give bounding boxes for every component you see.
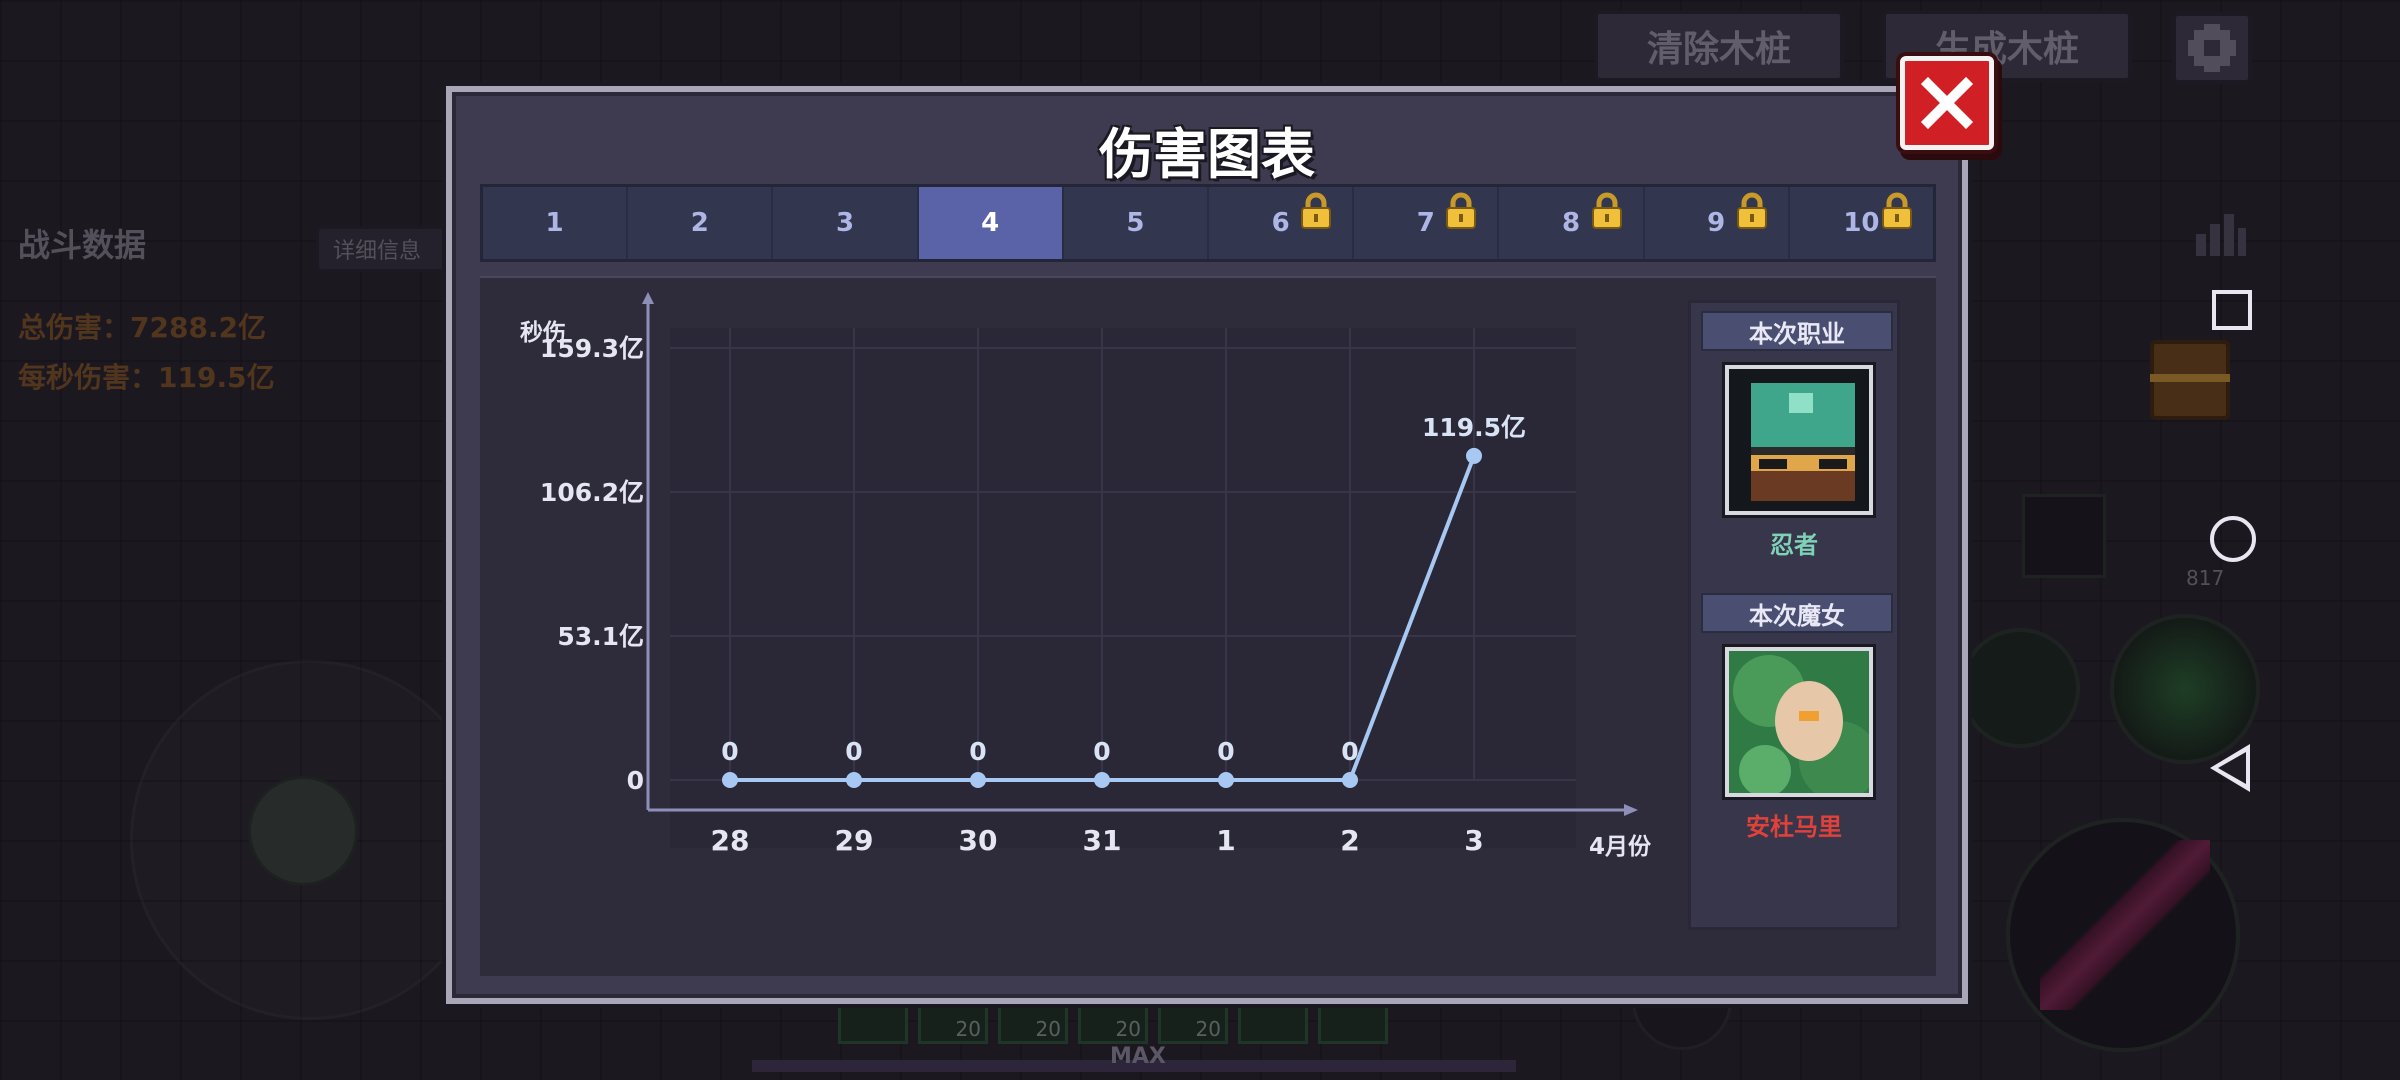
x-tick-label: 2 <box>1340 824 1359 857</box>
data-point <box>1094 772 1110 788</box>
tab-label: 5 <box>1126 208 1145 238</box>
recents-nav-button[interactable] <box>2212 290 2252 330</box>
data-label: 0 <box>845 737 862 766</box>
y-tick-label: 53.1亿 <box>557 622 644 651</box>
tab-label: 9 <box>1707 208 1726 238</box>
y-axis-label: 秒伤 <box>520 320 566 346</box>
damage-line-chart: 053.1亿106.2亿159.3亿秒伤4月份28 29 30 31 1 2 30 0 0 0 0 0… <box>520 292 1652 860</box>
lock-icon <box>1736 192 1767 229</box>
tab-day-4[interactable]: 4 <box>918 187 1064 259</box>
x-axis-arrow <box>1624 804 1638 816</box>
back-nav-button[interactable] <box>2210 744 2250 792</box>
tab-day-5[interactable]: 5 <box>1064 187 1210 259</box>
data-label: 0 <box>1217 737 1234 766</box>
x-tick-label: 29 <box>835 824 874 857</box>
tab-label: 6 <box>1271 208 1290 238</box>
tab-label: 3 <box>835 208 855 238</box>
damage-chart-dialog: 伤害图表 1 2 3 4 5 6 7 8 9 10 0 53.1亿 106.2亿 159.3亿 秒伤 4月份… <box>446 86 1968 1004</box>
x-tick-label: 1 <box>1216 824 1235 857</box>
y-axis-arrow <box>642 292 654 304</box>
close-icon <box>1920 76 1974 130</box>
ninja-icon <box>1751 383 1855 501</box>
data-label: 0 <box>1093 737 1110 766</box>
x-tick-label: 3 <box>1464 824 1483 857</box>
data-point <box>722 772 738 788</box>
tab-day-3[interactable]: 3 <box>773 187 919 259</box>
tab-label: 1 <box>545 208 564 238</box>
tab-day-10[interactable]: 10 <box>1790 187 1933 259</box>
witch-icon <box>1729 651 1869 793</box>
tab-label: 7 <box>1416 208 1435 238</box>
data-label: 0 <box>1341 737 1358 766</box>
y-tick-label: 0 <box>627 766 644 795</box>
tab-label: 8 <box>1561 208 1581 238</box>
close-button[interactable] <box>1900 56 1994 150</box>
lock-icon <box>1446 192 1477 229</box>
lock-icon <box>1301 192 1332 229</box>
tab-day-9[interactable]: 9 <box>1645 187 1790 259</box>
x-tick-label: 30 <box>959 824 998 857</box>
home-nav-button[interactable] <box>2210 516 2256 562</box>
plot-background <box>670 328 1576 848</box>
witch-header: 本次魔女 <box>1701 593 1893 633</box>
witch-portrait <box>1725 647 1873 797</box>
tab-label: 4 <box>981 208 1000 238</box>
data-point <box>1342 772 1358 788</box>
x-axis-label: 4月份 <box>1589 834 1652 860</box>
tab-day-8[interactable]: 8 <box>1499 187 1645 259</box>
x-tick-label: 31 <box>1083 824 1122 857</box>
lock-icon <box>1591 192 1622 229</box>
class-name: 忍者 <box>1770 531 1818 559</box>
run-info-panel: 本次职业 忍者 本次魔女 安杜马里 <box>1688 300 1900 930</box>
ninja-portrait <box>1725 365 1873 515</box>
data-point <box>1466 447 1482 464</box>
data-label: 0 <box>969 737 986 766</box>
tab-day-6[interactable]: 6 <box>1209 187 1355 259</box>
data-label: 0 <box>721 737 738 766</box>
x-tick-label: 28 <box>711 824 750 857</box>
y-tick-label: 106.2亿 <box>540 478 644 507</box>
tab-day-1[interactable]: 1 <box>483 187 629 259</box>
tab-day-7[interactable]: 7 <box>1354 187 1500 259</box>
tab-label: 10 <box>1843 208 1880 238</box>
data-point <box>846 772 862 788</box>
witch-name: 安杜马里 <box>1746 813 1842 841</box>
tab-day-2[interactable]: 2 <box>628 187 774 259</box>
class-header: 本次职业 <box>1701 311 1893 351</box>
day-tab-bar: 1 2 3 4 5 6 7 8 9 10 <box>480 184 1936 262</box>
data-point <box>970 772 986 788</box>
data-label: 119.5亿 <box>1422 413 1526 442</box>
dialog-title: 伤害图表 <box>1099 123 1315 186</box>
data-point <box>1218 772 1234 788</box>
tab-label: 2 <box>690 208 709 238</box>
lock-icon <box>1882 192 1913 229</box>
